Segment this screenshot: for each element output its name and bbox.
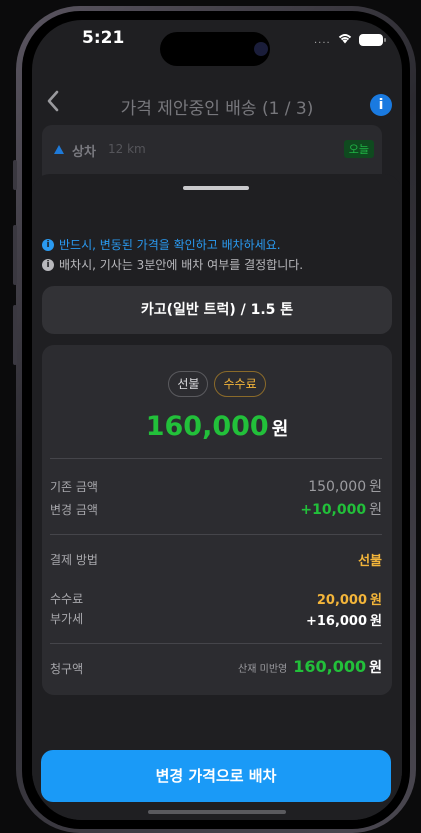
info-icon: i — [378, 97, 384, 113]
payment-badges: 선불 수수료 — [42, 371, 392, 397]
vat-label: 부가세 — [50, 612, 84, 626]
today-badge: 오늘 — [343, 140, 374, 158]
total-price: 160,000 원 — [42, 411, 392, 442]
info-button[interactable]: i — [370, 94, 392, 116]
dispatch-button[interactable]: 변경 가격으로 배차 — [41, 750, 391, 802]
change-price-value: +10,000 원 — [300, 502, 382, 518]
notice-text: 반드시, 변동된 가격을 확인하고 배차하세요. — [59, 238, 281, 252]
notice-price-check: i 반드시, 변동된 가격을 확인하고 배차하세요. — [42, 236, 281, 253]
volume-down-button — [13, 305, 17, 365]
base-price-label: 기존 금액 — [50, 480, 98, 494]
change-price-label: 변경 금액 — [50, 503, 98, 517]
pickup-triangle-icon — [54, 145, 64, 154]
vat-value: +16,000 원 — [305, 614, 382, 629]
insurance-note: 산재 미반영 — [238, 664, 288, 675]
fee-value: 20,000 원 — [316, 593, 382, 608]
fee-badge: 수수료 — [214, 371, 266, 397]
volume-up-button — [13, 225, 17, 285]
divider — [50, 458, 382, 459]
side-button — [13, 160, 17, 190]
status-icons: .... — [314, 32, 386, 48]
signal-icon: .... — [314, 34, 331, 46]
pickup-distance: 12 km — [108, 142, 146, 156]
billing-value: 산재 미반영 160,000 원 — [238, 657, 382, 676]
sheet-grabber[interactable] — [183, 186, 249, 190]
prepaid-badge: 선불 — [168, 371, 209, 397]
status-time: 5:21 — [82, 28, 125, 48]
divider — [50, 534, 382, 535]
info-icon: i — [42, 258, 54, 271]
pickup-label: 상차 — [72, 145, 96, 160]
total-amount: 160,000 — [145, 411, 269, 442]
payment-method-value: 선불 — [358, 554, 382, 569]
nav-bar: 가격 제안중인 배송 (1 / 3) i — [32, 84, 402, 128]
price-card: 선불 수수료 160,000 원 기존 금액 150,000 원 변경 금액 +10… — [42, 345, 392, 695]
battery-icon — [358, 34, 386, 46]
camera-icon — [254, 42, 268, 56]
page-title: 가격 제안중인 배송 (1 / 3) — [120, 99, 314, 119]
divider — [50, 643, 382, 644]
total-unit: 원 — [271, 419, 289, 440]
notice-text: 배차시, 기사는 3분안에 배차 여부를 결정합니다. — [59, 258, 304, 272]
bottom-sheet: i 반드시, 변동된 가격을 확인하고 배차하세요. i 배차시, 기사는 3분… — [32, 174, 402, 820]
wifi-icon — [337, 32, 353, 48]
notice-driver-decision: i 배차시, 기사는 3분안에 배차 여부를 결정합니다. — [42, 256, 303, 273]
payment-method-label: 결제 방법 — [50, 553, 98, 567]
fee-label: 수수료 — [50, 592, 84, 606]
home-indicator[interactable] — [148, 810, 286, 814]
base-price-value: 150,000 원 — [308, 479, 382, 495]
info-icon: i — [42, 238, 54, 251]
vehicle-type: 카고(일반 트럭) / 1.5 톤 — [42, 286, 392, 334]
screen: 5:21 .... 가격 제안중인 배송 (1 / 3) i 상차 12 km … — [32, 20, 402, 820]
billing-label: 청구액 — [50, 662, 84, 676]
